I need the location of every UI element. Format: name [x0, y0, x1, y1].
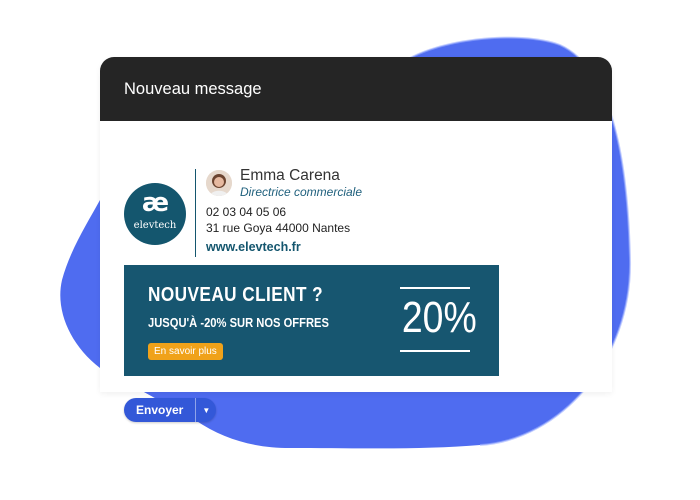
compose-title-bar: Nouveau message [100, 57, 612, 121]
learn-more-button[interactable]: En savoir plus [148, 343, 223, 360]
chevron-down-icon[interactable]: ▼ [196, 398, 216, 422]
avatar [206, 170, 232, 196]
company-logo: æ elevtech [124, 183, 186, 245]
discount-percent: 20% [401, 293, 477, 342]
signature-role: Directrice commerciale [240, 185, 363, 199]
logo-mark: æ [141, 188, 169, 218]
compose-title: Nouveau message [124, 79, 262, 98]
compose-window: Nouveau message æ elevtech Emma Carena D… [100, 57, 612, 422]
percent-bottom-rule [400, 350, 470, 352]
banner-subtitle: JUSQU'À -20% SUR NOS OFFRES [148, 315, 329, 330]
signature-address: 31 rue Goya 44000 Nantes [206, 221, 351, 235]
signature-divider [195, 169, 196, 257]
signature-phone: 02 03 04 05 06 [206, 205, 287, 219]
send-button-group: Envoyer ▼ [124, 398, 217, 422]
signature-website-link[interactable]: www.elevtech.fr [206, 240, 301, 254]
percent-top-rule [400, 287, 470, 289]
email-signature: æ elevtech Emma Carena Directrice commer… [124, 167, 524, 257]
logo-text: elevtech [133, 220, 177, 231]
signature-name: Emma Carena [240, 167, 340, 184]
promo-banner[interactable]: NOUVEAU CLIENT ? JUSQU'À -20% SUR NOS OF… [124, 265, 499, 376]
banner-title: NOUVEAU CLIENT ? [148, 284, 324, 306]
send-button[interactable]: Envoyer [124, 398, 195, 422]
